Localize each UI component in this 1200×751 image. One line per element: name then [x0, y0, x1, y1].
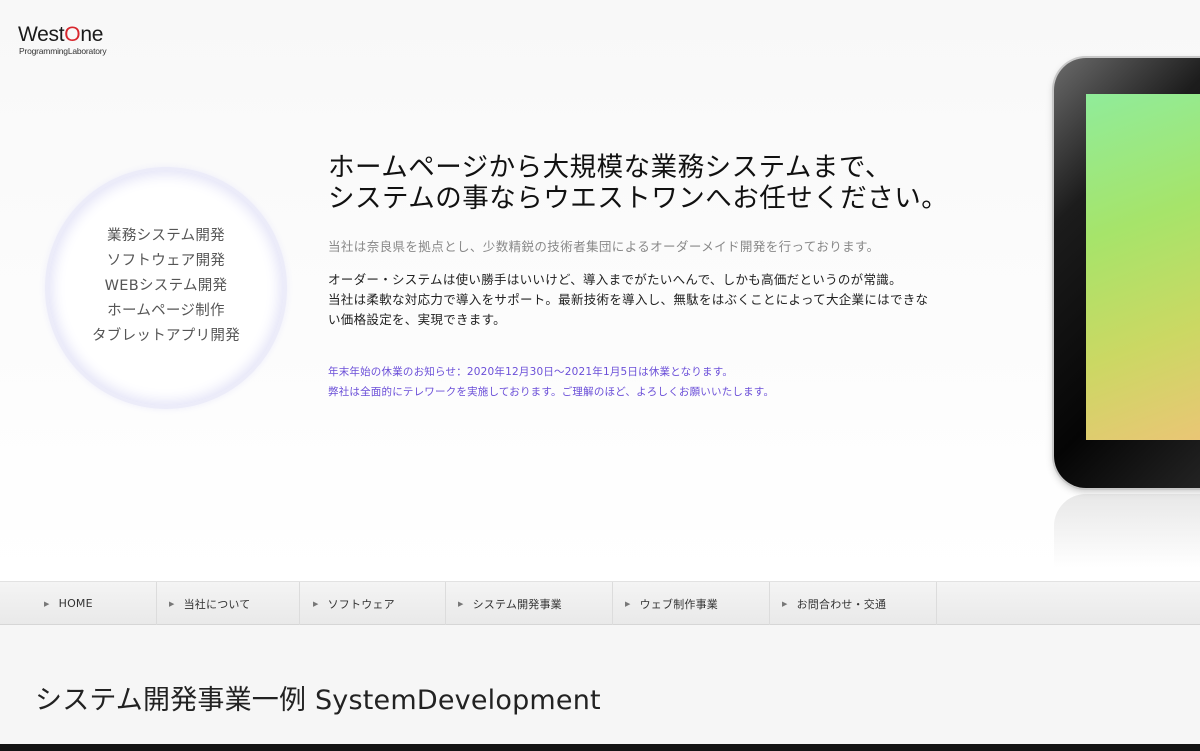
headline-line: ホームページから大規模な業務システムまで、 [328, 152, 892, 183]
hero-section: WestOne ProgrammingLaboratory 業務システム開発 ソ… [0, 0, 1200, 580]
company-intro: 当社は奈良県を拠点とし、少数精鋭の技術者集団によるオーダーメイド開発を行っており… [328, 239, 880, 254]
company-description: オーダー・システムは使い勝手はいいけど、導入までがたいへんで、しかも高価だという… [328, 270, 1028, 330]
nav-web-production[interactable]: ▶ ウェブ制作事業 [613, 582, 770, 625]
main-nav: ▶ HOME ▶ 当社について ▶ ソフトウェア ▶ システム開発事業 ▶ ウェ… [0, 581, 1200, 625]
tablet-reflection [1054, 494, 1200, 580]
nav-label: お問合わせ・交通 [796, 597, 887, 611]
headline-line: システムの事ならウエストワンへお任せください。 [328, 183, 949, 214]
description-line: 当社は柔軟な対応力で導入をサポート。最新技術を導入し、無駄をはぶくことによって大… [328, 292, 929, 307]
triangle-right-icon: ▶ [313, 599, 319, 608]
holiday-notice: 年末年始の休業のお知らせ：2020年12月30日〜2021年1月5日は休業となり… [328, 362, 1028, 402]
nav-contact[interactable]: ▶ お問合わせ・交通 [770, 582, 937, 625]
nav-software[interactable]: ▶ ソフトウェア [300, 582, 446, 625]
content-area: システム開発事業一例 SystemDevelopment [0, 625, 1200, 744]
logo-accent-letter: O [64, 23, 81, 46]
description-line: い価格設定を、実現できます。 [328, 312, 506, 327]
hero-headline: ホームページから大規模な業務システムまで、 システムの事ならウエストワンへお任せ… [328, 152, 1048, 214]
notice-line: 年末年始の休業のお知らせ：2020年12月30日〜2021年1月5日は休業となり… [328, 366, 734, 378]
logo-subtitle: ProgrammingLaboratory [19, 46, 107, 56]
nav-label: 当社について [183, 597, 251, 611]
description-line: オーダー・システムは使い勝手はいいけど、導入までがたいへんで、しかも高価だという… [328, 272, 902, 287]
triangle-right-icon: ▶ [44, 599, 50, 608]
service-item: タブレットアプリ開発 [92, 328, 240, 344]
triangle-right-icon: ▶ [782, 599, 788, 608]
triangle-right-icon: ▶ [169, 599, 175, 608]
nav-home[interactable]: ▶ HOME [0, 582, 157, 625]
tablet-image [1054, 58, 1200, 488]
tablet-screen [1086, 94, 1200, 440]
nav-label: ウェブ制作事業 [639, 597, 718, 611]
service-item: ソフトウェア開発 [106, 253, 226, 269]
triangle-right-icon: ▶ [458, 599, 464, 608]
nav-label: HOME [58, 597, 93, 610]
logo-wordmark: WestOne [18, 23, 104, 46]
service-item: 業務システム開発 [107, 228, 225, 244]
site-logo[interactable]: WestOne ProgrammingLaboratory [18, 23, 107, 57]
notice-line: 弊社は全面的にテレワークを実施しております。ご理解のほど、よろしくお願いいたしま… [328, 386, 775, 398]
service-item: ホームページ制作 [107, 303, 225, 319]
section-title: システム開発事業一例 SystemDevelopment [35, 685, 601, 716]
triangle-right-icon: ▶ [625, 599, 631, 608]
nav-about[interactable]: ▶ 当社について [157, 582, 300, 625]
nav-system-development[interactable]: ▶ システム開発事業 [446, 582, 613, 625]
services-list: 業務システム開発 ソフトウェア開発 WEBシステム開発 ホームページ制作 タブレ… [48, 224, 284, 349]
service-item: WEBシステム開発 [104, 278, 228, 294]
nav-label: ソフトウェア [327, 597, 395, 611]
bottom-divider [0, 744, 1200, 751]
nav-label: システム開発事業 [472, 597, 562, 611]
